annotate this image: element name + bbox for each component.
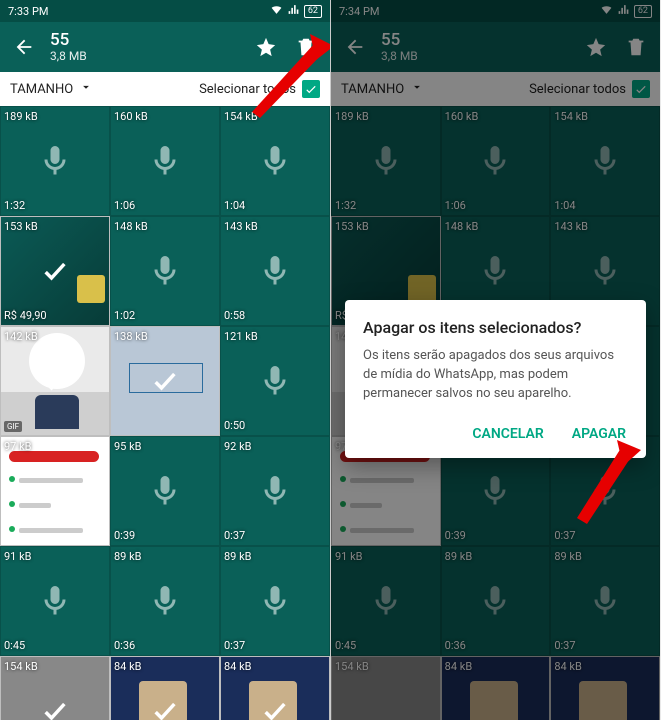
sort-label[interactable]: TAMANHO	[10, 82, 73, 97]
cell-size: 153 kB	[4, 220, 38, 233]
media-cell[interactable]: 154 kB 1:04	[220, 106, 330, 216]
phone-left: 7:33 PM 62 55 3,8 MB TAMANHO	[0, 0, 330, 720]
phone-right: 7:34 PM 62 55 3,8 MB TAMANHO	[330, 0, 660, 720]
media-grid-left: 189 kB 1:32 160 kB 1:06 154 kB 1:04 153 kB R$ 4…	[0, 106, 330, 720]
cell-size: 95 kB	[114, 440, 142, 453]
media-cell[interactable]: 84 kB	[110, 656, 220, 720]
cell-size: 138 kB	[114, 330, 148, 343]
selection-size: 3,8 MB	[50, 50, 240, 63]
cell-size: 154 kB	[4, 660, 38, 673]
mic-icon	[147, 143, 183, 179]
cell-duration: 1:32	[4, 199, 25, 212]
star-button[interactable]	[252, 33, 280, 61]
cell-size: 143 kB	[224, 220, 258, 233]
mic-icon	[147, 583, 183, 619]
cell-size: 89 kB	[114, 550, 142, 563]
check-icon	[41, 257, 69, 285]
check-icon	[41, 477, 69, 505]
media-cell[interactable]: 154 kB	[0, 656, 110, 720]
cell-size: 97 kB	[4, 440, 32, 453]
cell-duration: 1:02	[114, 309, 135, 322]
app-bar: 55 3,8 MB	[0, 22, 330, 72]
media-cell[interactable]: 91 kB 0:45	[0, 546, 110, 656]
mic-icon	[257, 253, 293, 289]
cell-duration: 0:37	[224, 639, 245, 652]
status-time: 7:33 PM	[8, 5, 48, 18]
cell-size: 154 kB	[224, 110, 258, 123]
mic-icon	[37, 583, 73, 619]
mic-icon	[147, 473, 183, 509]
check-icon	[41, 697, 69, 720]
cell-size: 121 kB	[224, 330, 258, 343]
back-button[interactable]	[10, 33, 38, 61]
cell-duration: 0:39	[114, 529, 135, 542]
select-all-checkbox[interactable]	[302, 80, 320, 98]
select-all-label[interactable]: Selecionar todos	[199, 82, 296, 97]
cell-size: 148 kB	[114, 220, 148, 233]
media-cell[interactable]: 92 kB 0:37	[220, 436, 330, 546]
mic-icon	[257, 143, 293, 179]
cell-size: 160 kB	[114, 110, 148, 123]
media-cell[interactable]: 121 kB 0:50	[220, 326, 330, 436]
delete-button[interactable]	[292, 33, 320, 61]
signal-icon	[287, 3, 300, 19]
media-cell[interactable]: 148 kB 1:02	[110, 216, 220, 326]
check-icon	[261, 697, 289, 720]
gif-badge: GIF	[4, 421, 22, 432]
wifi-icon	[270, 3, 283, 19]
media-cell[interactable]: 89 kB 0:36	[110, 546, 220, 656]
battery-icon: 62	[304, 5, 322, 18]
cell-duration: 0:36	[114, 639, 135, 652]
filter-bar: TAMANHO Selecionar todos	[0, 72, 330, 106]
cell-duration: 0:37	[224, 529, 245, 542]
cell-size: 91 kB	[4, 550, 32, 563]
media-cell[interactable]: 89 kB 0:37	[220, 546, 330, 656]
selection-title: 55 3,8 MB	[50, 31, 240, 63]
dialog-body: Os itens serão apagados dos seus arquivo…	[363, 347, 628, 404]
cell-duration: R$ 49,90	[4, 309, 47, 322]
media-cell[interactable]: 143 kB 0:58	[220, 216, 330, 326]
media-cell[interactable]: 84 kB	[220, 656, 330, 720]
cell-duration: 1:06	[114, 199, 135, 212]
cell-size: 84 kB	[224, 660, 252, 673]
cell-size: 89 kB	[224, 550, 252, 563]
media-cell[interactable]: 142 kB GIF	[0, 326, 110, 436]
media-cell[interactable]: 95 kB 0:39	[110, 436, 220, 546]
media-cell[interactable]: 153 kB R$ 49,90	[0, 216, 110, 326]
chevron-down-icon	[79, 80, 93, 98]
mic-icon	[147, 253, 183, 289]
check-icon	[151, 697, 179, 720]
cell-duration: 0:58	[224, 309, 245, 322]
mic-icon	[257, 363, 293, 399]
cell-size: 189 kB	[4, 110, 38, 123]
media-cell[interactable]: 160 kB 1:06	[110, 106, 220, 216]
cell-size: 142 kB	[4, 330, 38, 343]
selection-count: 55	[50, 31, 240, 50]
mic-icon	[257, 473, 293, 509]
confirm-dialog: Apagar os itens selecionados? Os itens s…	[345, 300, 646, 458]
cell-size: 92 kB	[224, 440, 252, 453]
status-bar: 7:33 PM 62	[0, 0, 330, 22]
confirm-button[interactable]: APAGAR	[570, 420, 628, 448]
cell-size: 84 kB	[114, 660, 142, 673]
dialog-title: Apagar os itens selecionados?	[363, 318, 628, 337]
cell-duration: 0:50	[224, 419, 245, 432]
mic-icon	[37, 143, 73, 179]
cell-duration: 0:45	[4, 639, 25, 652]
media-cell[interactable]: 189 kB 1:32	[0, 106, 110, 216]
media-cell[interactable]: 138 kB	[110, 326, 220, 436]
media-cell[interactable]: 97 kB	[0, 436, 110, 546]
check-icon	[41, 367, 69, 395]
mic-icon	[257, 583, 293, 619]
cell-duration: 1:04	[224, 199, 245, 212]
check-icon	[151, 367, 179, 395]
cancel-button[interactable]: CANCELAR	[470, 420, 545, 448]
